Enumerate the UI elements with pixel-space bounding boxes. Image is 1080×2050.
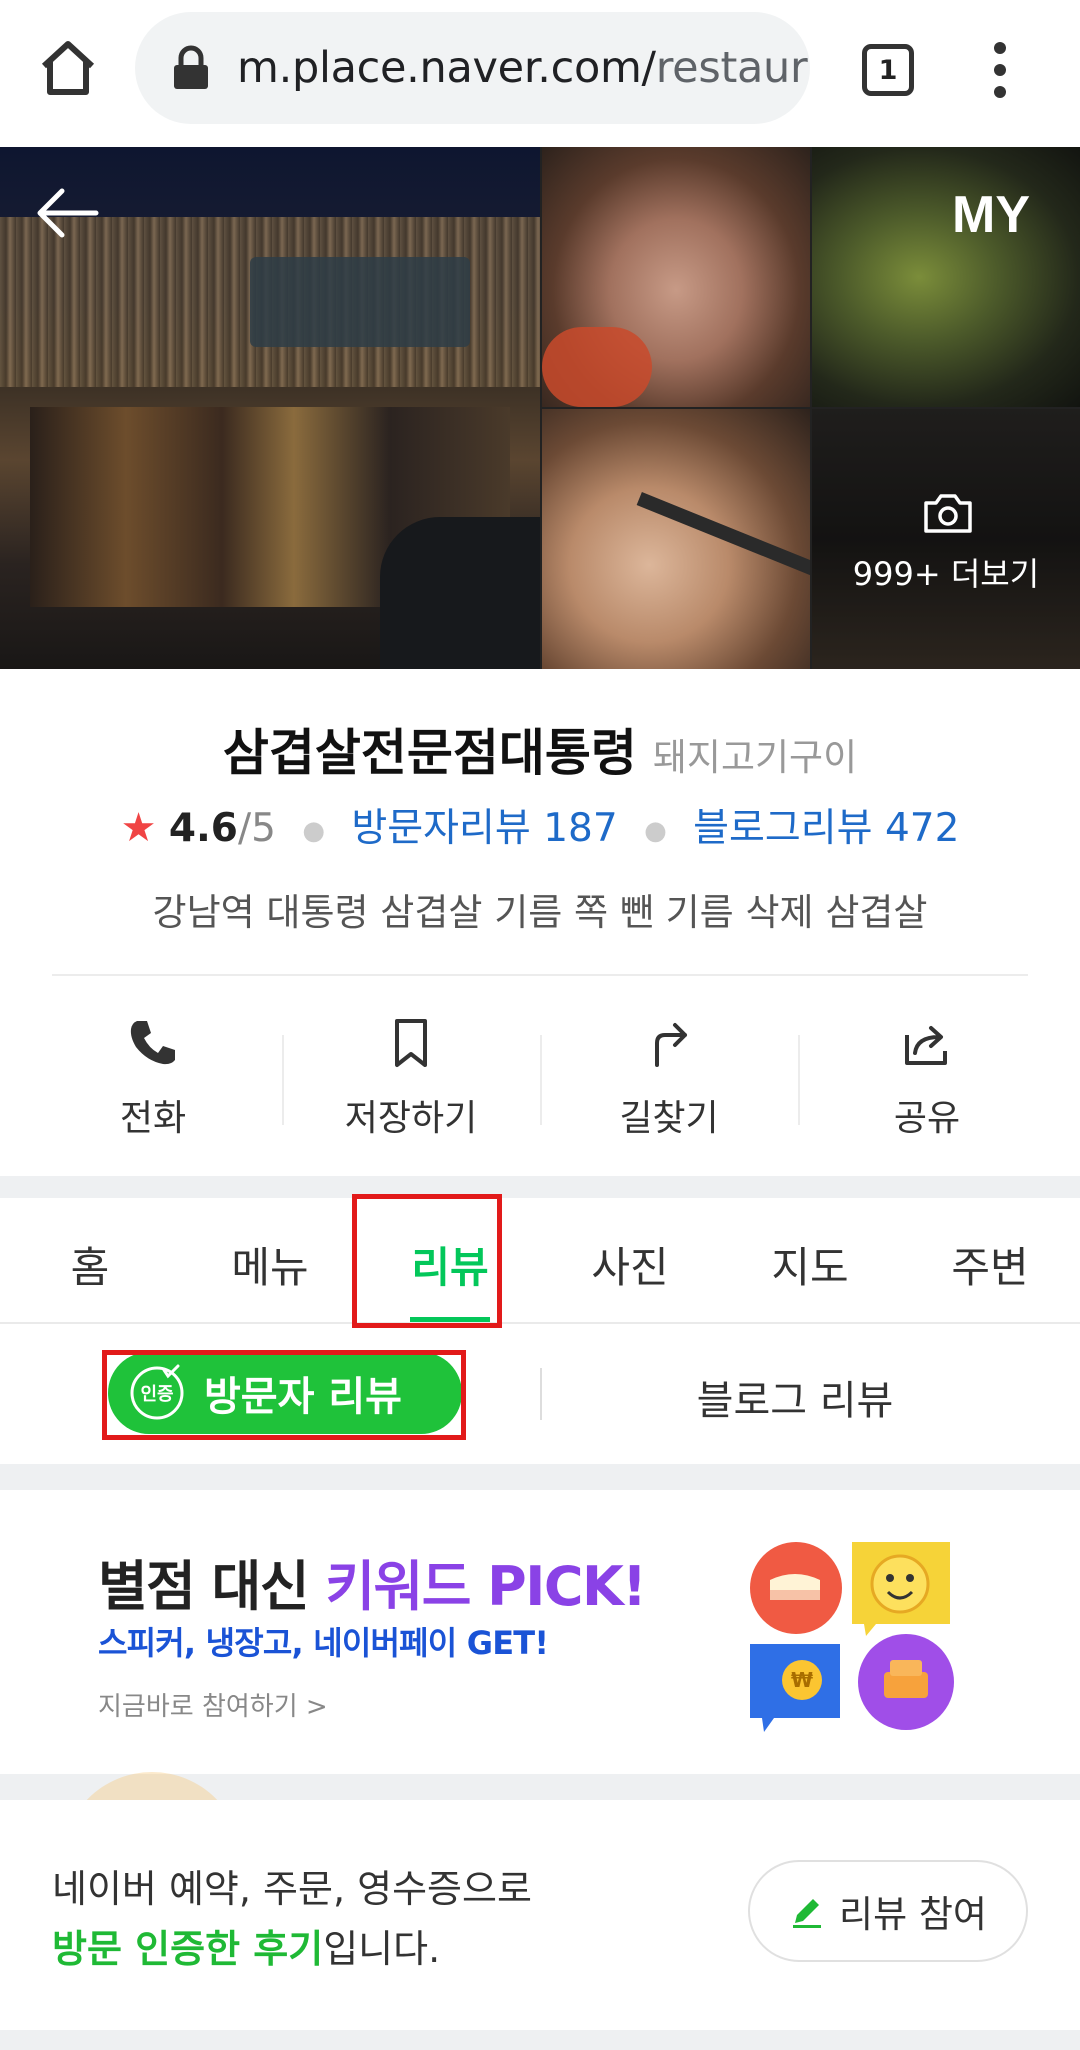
directions-icon bbox=[655, 1023, 687, 1067]
home-icon[interactable] bbox=[36, 36, 100, 100]
section-divider bbox=[0, 1464, 1080, 1490]
section-divider bbox=[0, 1176, 1080, 1198]
food-photo-1[interactable] bbox=[542, 147, 810, 407]
back-arrow-icon[interactable] bbox=[36, 187, 100, 239]
rating-row: ★ 4.6/5 ● 방문자리뷰 187 ● 블로그리뷰 472 bbox=[0, 797, 1080, 853]
notice-line-2: 방문 인증한 후기입니다. bbox=[52, 1927, 441, 1971]
emoji-bubbles-illustration: ₩ bbox=[750, 1542, 954, 1732]
tab-photos[interactable]: 사진 bbox=[540, 1198, 720, 1322]
title-row: 삼겹살전문점대통령 돼지고기구이 bbox=[0, 713, 1080, 785]
notice-line-1: 네이버 예약, 주문, 영수증으로 bbox=[52, 1867, 532, 1911]
tab-nearby[interactable]: 주변 bbox=[900, 1198, 1080, 1322]
banner-title: 별점 대신 키워드 PICK! bbox=[98, 1555, 647, 1618]
rating-score: 4.6 bbox=[168, 806, 238, 851]
write-review-label: 리뷰 참여 bbox=[839, 1893, 987, 1936]
call-label: 전화 bbox=[119, 1098, 187, 1139]
food-photo-2[interactable] bbox=[542, 409, 810, 669]
highlight-box-visitor-review bbox=[102, 1350, 466, 1440]
camera-icon bbox=[924, 494, 972, 533]
share-button[interactable]: 공유 bbox=[798, 999, 1056, 1149]
action-bar: 전화 저장하기 길찾기 공유 bbox=[24, 999, 1056, 1149]
share-label: 공유 bbox=[893, 1098, 961, 1139]
separator-dot: ● bbox=[644, 815, 667, 846]
url-text: m.place.naver.com/restaura bbox=[237, 43, 810, 93]
tab-bar: 홈 메뉴 리뷰 사진 지도 주변 bbox=[0, 1198, 1080, 1324]
save-button[interactable]: 저장하기 bbox=[282, 999, 540, 1149]
place-name: 삼겹살전문점대통령 bbox=[222, 724, 637, 782]
banner-cta-link[interactable]: 지금바로 참여하기 > bbox=[98, 1686, 328, 1723]
section-divider bbox=[0, 2030, 1080, 2050]
bookmark-icon bbox=[395, 1019, 427, 1067]
svg-text:₩: ₩ bbox=[791, 1668, 813, 1692]
tab-home[interactable]: 홈 bbox=[0, 1198, 180, 1322]
keyword-pick-banner[interactable]: 별점 대신 키워드 PICK! 스피커, 냉장고, 네이버페이 GET! 지금바… bbox=[0, 1490, 1080, 1774]
share-icon bbox=[905, 1026, 947, 1065]
more-photos-label: 999+ 더보기 bbox=[852, 555, 1040, 593]
interior-photo-1[interactable] bbox=[812, 147, 1080, 407]
more-vert-icon[interactable] bbox=[988, 42, 1012, 98]
tab-map[interactable]: 지도 bbox=[720, 1198, 900, 1322]
blog-review-link[interactable]: 블로그리뷰 472 bbox=[693, 806, 959, 851]
star-icon: ★ bbox=[120, 805, 157, 851]
visitor-review-link[interactable]: 방문자리뷰 187 bbox=[351, 806, 617, 851]
phone-icon bbox=[130, 1021, 175, 1065]
lock-icon bbox=[174, 45, 208, 89]
separator-dot: ● bbox=[302, 815, 325, 846]
directions-label: 길찾기 bbox=[619, 1098, 719, 1139]
rating-max: /5 bbox=[237, 806, 276, 851]
write-review-button[interactable]: 리뷰 참여 bbox=[748, 1860, 1028, 1962]
divider bbox=[52, 974, 1028, 976]
highlight-box-review-tab bbox=[352, 1194, 502, 1328]
place-description: 강남역 대통령 삼겹살 기름 쪽 뺀 기름 삭제 삼겹살 bbox=[152, 891, 928, 934]
call-button[interactable]: 전화 bbox=[24, 999, 282, 1149]
browser-toolbar: m.place.naver.com/restaura 1 bbox=[0, 0, 1080, 147]
banner-subtitle: 스피커, 냉장고, 네이버페이 GET! bbox=[98, 1624, 549, 1662]
more-photos-button[interactable]: 999+ 더보기 bbox=[812, 409, 1080, 669]
address-bar[interactable]: m.place.naver.com/restaura bbox=[135, 12, 810, 124]
blog-review-subtab[interactable]: 블로그 리뷰 bbox=[540, 1368, 1050, 1426]
tab-menu[interactable]: 메뉴 bbox=[180, 1198, 360, 1322]
my-button[interactable]: MY bbox=[952, 185, 1030, 245]
pencil-icon bbox=[793, 1899, 822, 1928]
place-category: 돼지고기구이 bbox=[652, 736, 858, 779]
directions-button[interactable]: 길찾기 bbox=[540, 999, 798, 1149]
review-notice: 네이버 예약, 주문, 영수증으로 방문 인증한 후기입니다. 리뷰 참여 bbox=[0, 1800, 1080, 2030]
save-label: 저장하기 bbox=[344, 1098, 478, 1139]
tab-switcher-button[interactable]: 1 bbox=[862, 44, 914, 96]
photo-gallery[interactable]: MY 999+ 더보기 bbox=[0, 147, 1080, 669]
